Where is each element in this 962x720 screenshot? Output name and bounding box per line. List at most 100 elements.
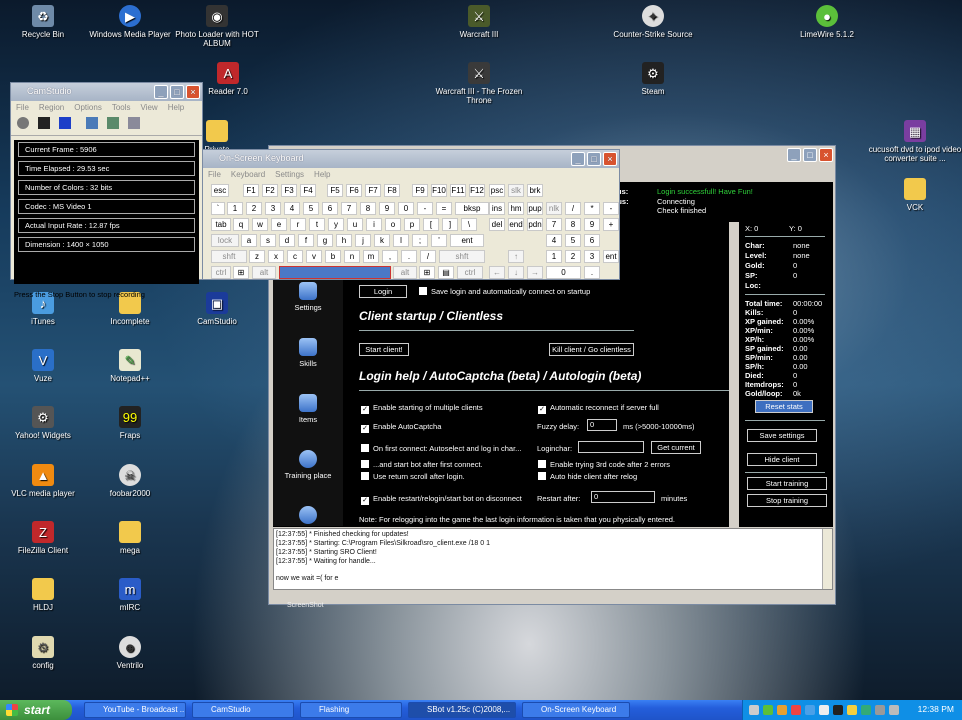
maximize-button[interactable]: □ [170,85,184,99]
key-F9[interactable]: F9 [412,184,428,197]
key-\[interactable]: \ [461,218,477,231]
start-client-button[interactable]: Start client! [359,343,409,356]
content-scrollbar[interactable] [729,222,739,527]
key--[interactable]: - [603,202,619,215]
key-2[interactable]: 2 [246,202,262,215]
pause-button[interactable] [38,117,51,129]
key-hm[interactable]: hm [508,202,524,215]
key-F7[interactable]: F7 [365,184,381,197]
restart-after-input[interactable]: 0 [591,491,655,503]
start-button[interactable]: start [0,700,72,720]
minimize-button[interactable]: _ [571,152,585,166]
key-ins[interactable]: ins [489,202,505,215]
key-→[interactable]: → [527,266,543,279]
maximize-button[interactable]: □ [587,152,601,166]
key-;[interactable]: ; [412,234,428,247]
get-current-button[interactable]: Get current [651,441,701,454]
key-shft[interactable]: shft [211,250,247,263]
menu-tools[interactable]: Tools [107,102,136,114]
key-9[interactable]: 9 [584,218,600,231]
tray-app-icon[interactable] [819,705,829,715]
key-▤[interactable]: ▤ [438,266,454,279]
reset-stats-button[interactable]: Reset stats [755,400,813,413]
nav-skills[interactable]: Skills [276,338,340,368]
key-p[interactable]: p [404,218,420,231]
key-bksp[interactable]: bksp [455,202,489,215]
stop-training-button[interactable]: Stop training [747,494,827,507]
tray-network-icon[interactable] [889,705,899,715]
opt-autocaptcha[interactable]: ✓ Enable AutoCaptcha [361,422,441,433]
key-i[interactable]: i [366,218,382,231]
key-+[interactable]: + [603,218,619,231]
desktop-icon-fraps[interactable]: 99 Fraps [80,406,180,440]
key-0[interactable]: 0 [546,266,581,279]
key-F11[interactable]: F11 [450,184,466,197]
key-F3[interactable]: F3 [281,184,297,197]
key-2[interactable]: 2 [565,250,581,263]
key-g[interactable]: g [317,234,333,247]
key-F6[interactable]: F6 [346,184,362,197]
key-F2[interactable]: F2 [262,184,278,197]
key-7[interactable]: 7 [546,218,562,231]
desktop-icon-photo-loader[interactable]: ◉ Photo Loader with HOT ALBUM [167,5,267,48]
opt-auto-reconnect[interactable]: ✓ Automatic reconnect if server full [538,403,659,414]
menu-view[interactable]: View [136,102,163,114]
tray-app-icon[interactable] [791,705,801,715]
desktop-icon-frozen-throne[interactable]: ⚔ Warcraft III - The Frozen Throne [429,62,529,105]
key-brk[interactable]: brk [527,184,543,197]
key-t[interactable]: t [309,218,325,231]
key-4[interactable]: 4 [284,202,300,215]
menu-file[interactable]: File [11,102,34,114]
key-h[interactable]: h [336,234,352,247]
region-icon[interactable] [86,117,99,129]
opt-autohide[interactable]: Auto hide client after relog [538,472,637,481]
key-j[interactable]: j [355,234,371,247]
tray-app-icon[interactable] [763,705,773,715]
key-alt[interactable]: alt [252,266,276,279]
tray-app-icon[interactable] [777,705,787,715]
key-l[interactable]: l [393,234,409,247]
menu-help[interactable]: Help [163,102,189,114]
key-/[interactable]: / [420,250,436,263]
key-n[interactable]: n [344,250,360,263]
opt-start-bot[interactable]: ...and start bot after first connect. [361,460,483,469]
key-'[interactable]: ' [431,234,447,247]
key-6[interactable]: 6 [584,234,600,247]
opt-3rd-code[interactable]: Enable trying 3rd code after 2 errors [538,460,670,469]
key-/[interactable]: / [565,202,581,215]
key-ctrl[interactable]: ctrl [211,266,231,279]
key-7[interactable]: 7 [341,202,357,215]
key-pdn[interactable]: pdn [527,218,543,231]
key-0[interactable]: 0 [398,202,414,215]
key--[interactable]: - [417,202,433,215]
key-3[interactable]: 3 [265,202,281,215]
nav-training-place[interactable]: Training place [276,450,340,480]
maximize-button[interactable]: □ [803,148,817,162]
key-F5[interactable]: F5 [327,184,343,197]
close-button[interactable]: × [186,85,200,99]
key-F4[interactable]: F4 [300,184,316,197]
key-ent[interactable]: ent [603,250,619,263]
key-←[interactable]: ← [489,266,505,279]
key-w[interactable]: w [252,218,268,231]
key-o[interactable]: o [385,218,401,231]
log-area[interactable]: [12:37:55] * Finished checking for updat… [273,528,833,590]
key-↓[interactable]: ↓ [508,266,524,279]
close-button[interactable]: × [819,148,833,162]
options-icon[interactable] [107,117,120,129]
key-5[interactable]: 5 [565,234,581,247]
keyboard-titlebar[interactable]: On-Screen Keyboard _ □ × [203,150,619,168]
menu-keyboard[interactable]: Keyboard [226,169,270,181]
task-youtube[interactable]: YouTube - Broadcast ... [84,702,186,718]
key-↑[interactable]: ↑ [508,250,524,263]
log-scrollbar[interactable] [822,529,832,589]
desktop-icon-cucusoft[interactable]: ▦ cucusoft dvd to ipod video converter su… [865,120,962,163]
desktop-icon-foobar[interactable]: ☠ foobar2000 [80,464,180,498]
key-a[interactable]: a [241,234,257,247]
opt-first-connect[interactable]: On first connect: Autoselect and log in … [361,444,521,453]
key-5[interactable]: 5 [303,202,319,215]
key-`[interactable]: ` [211,202,225,215]
tray-app-icon[interactable] [805,705,815,715]
key-s[interactable]: s [260,234,276,247]
key-⊞[interactable]: ⊞ [419,266,435,279]
